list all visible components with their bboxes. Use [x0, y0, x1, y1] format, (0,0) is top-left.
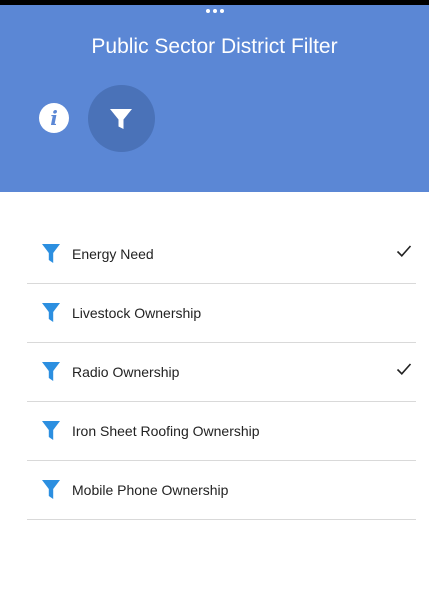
check-icon — [396, 363, 412, 375]
filter-item-label: Mobile Phone Ownership — [72, 482, 229, 498]
filter-item-label: Energy Need — [72, 246, 154, 262]
filter-icon — [42, 421, 60, 440]
filter-icon — [110, 109, 132, 129]
filter-icon — [42, 480, 60, 499]
more-options-icon[interactable] — [0, 9, 429, 19]
filter-icon — [42, 244, 60, 263]
filter-item-mobile-phone-ownership[interactable]: Mobile Phone Ownership — [27, 461, 416, 520]
panel-header: Public Sector District Filter i — [0, 0, 429, 192]
filter-item-iron-sheet-roofing-ownership[interactable]: Iron Sheet Roofing Ownership — [27, 402, 416, 461]
top-strip — [0, 0, 429, 5]
filter-item-label: Iron Sheet Roofing Ownership — [72, 423, 260, 439]
filter-item-label: Radio Ownership — [72, 364, 180, 380]
filter-list: Energy Need Livestock Ownership Radio Ow… — [27, 225, 416, 520]
filter-item-livestock-ownership[interactable]: Livestock Ownership — [27, 284, 416, 343]
check-icon — [396, 245, 412, 257]
filter-item-radio-ownership[interactable]: Radio Ownership — [27, 343, 416, 402]
filter-item-energy-need[interactable]: Energy Need — [27, 225, 416, 284]
filter-button[interactable] — [88, 85, 155, 152]
filter-panel: Public Sector District Filter i Energy N… — [0, 0, 429, 590]
panel-title: Public Sector District Filter — [91, 35, 338, 58]
filter-icon — [42, 362, 60, 381]
filter-item-label: Livestock Ownership — [72, 305, 202, 321]
info-icon[interactable]: i — [39, 103, 69, 133]
filter-icon — [42, 303, 60, 322]
